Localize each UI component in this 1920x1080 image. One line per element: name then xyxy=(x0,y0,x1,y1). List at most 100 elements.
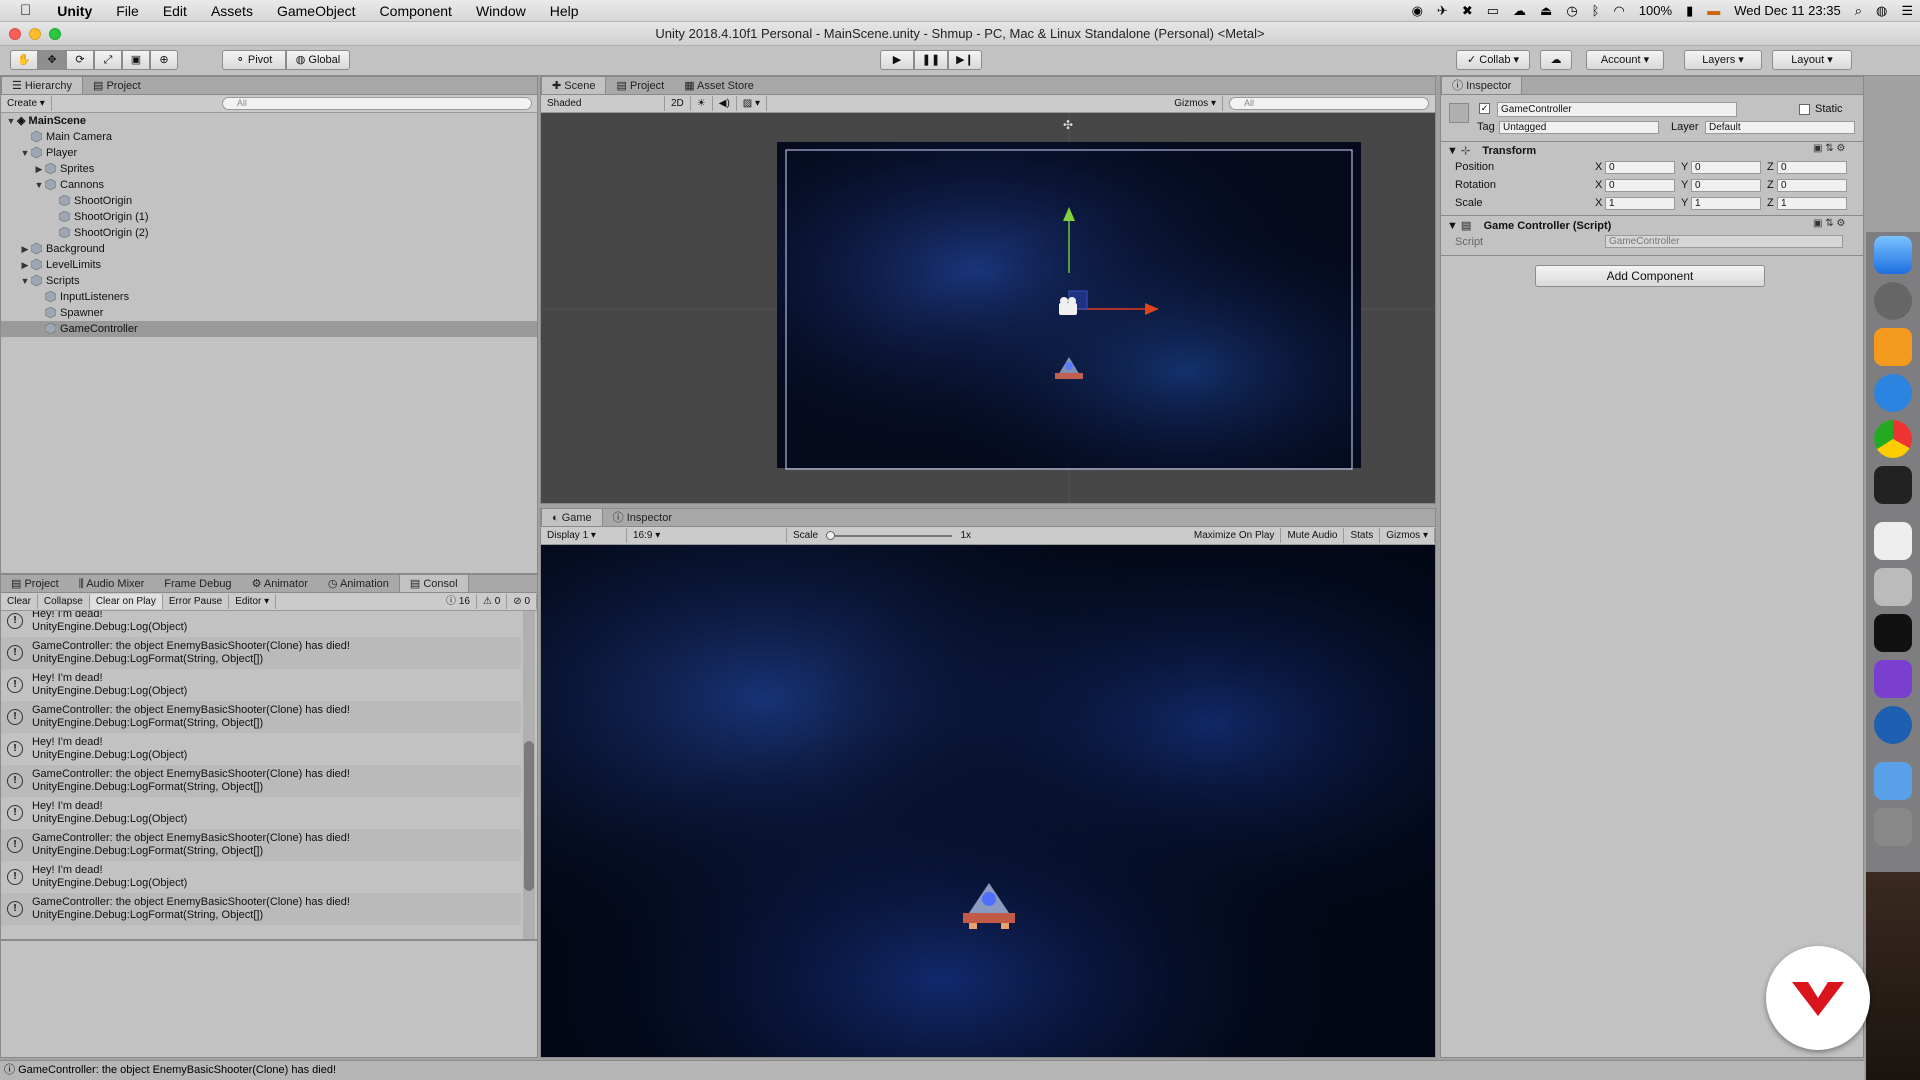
axis-y-label[interactable]: Y xyxy=(1681,179,1688,191)
axis-z-label[interactable]: Z xyxy=(1767,179,1774,191)
tab-hierarchy[interactable]: ☰ Hierarchy xyxy=(1,77,83,94)
script-component-header[interactable]: ▼ ▤ Game Controller (Script) xyxy=(1447,219,1611,232)
scene-gizmos-dropdown[interactable]: Gizmos ▾ xyxy=(1168,96,1223,111)
transform-z-input[interactable]: 1 xyxy=(1777,197,1847,210)
menu-component[interactable]: Component xyxy=(368,0,464,22)
axis-z-label[interactable]: Z xyxy=(1767,161,1774,173)
display-icon[interactable]: ▭ xyxy=(1480,3,1506,19)
scale-tool-icon[interactable]: ⤢ xyxy=(94,50,122,70)
maximize-on-play-toggle[interactable]: Maximize On Play xyxy=(1188,528,1282,543)
create-dropdown[interactable]: Create ▾ xyxy=(1,96,52,111)
close-window-button[interactable] xyxy=(9,28,21,40)
console-log-entry[interactable]: ! Hey! I'm dead! UnityEngine.Debug:Log(Obj… xyxy=(1,669,521,701)
aspect-dropdown[interactable]: 16:9 ▾ xyxy=(627,528,787,543)
menu-assets[interactable]: Assets xyxy=(199,0,265,22)
scene-search-input[interactable]: All xyxy=(1229,97,1429,110)
game-gizmos-dropdown[interactable]: Gizmos ▾ xyxy=(1380,528,1435,543)
folder-icon[interactable] xyxy=(1874,762,1912,800)
menu-file[interactable]: File xyxy=(104,0,151,22)
console-log-entry[interactable]: ! Hey! I'm dead! UnityEngine.Debug:Log(Obj… xyxy=(1,797,521,829)
unity-hub-icon[interactable] xyxy=(1874,466,1912,504)
transform-y-input[interactable]: 0 xyxy=(1691,161,1761,174)
minimize-window-button[interactable] xyxy=(29,28,41,40)
clock-text[interactable]: Wed Dec 11 23:35 xyxy=(1727,3,1847,18)
wifi-icon[interactable]: ◠ xyxy=(1606,3,1631,19)
console-log-entry[interactable]: ! Hey! I'm dead! UnityEngine.Debug:Log(Obj… xyxy=(1,861,521,893)
transform-y-input[interactable]: 0 xyxy=(1691,179,1761,192)
console-clear-button[interactable]: Clear xyxy=(1,594,38,609)
console-detail-divider[interactable] xyxy=(1,939,537,941)
tab-project[interactable]: ▤ Project xyxy=(83,77,151,94)
battery-icon[interactable]: ▮ xyxy=(1679,3,1700,19)
tab-asset-store[interactable]: ▦ Asset Store xyxy=(674,77,764,94)
axis-x-label[interactable]: X xyxy=(1595,197,1602,209)
apple-icon[interactable]:  xyxy=(0,0,45,22)
expand-arrow-icon[interactable]: ▶ xyxy=(19,241,31,257)
audio-icon[interactable]: ◀) xyxy=(713,96,737,111)
2d-toggle[interactable]: 2D xyxy=(665,96,691,111)
layers-dropdown[interactable]: Layers ▾ xyxy=(1684,50,1762,70)
airplay-icon[interactable]: ⏏ xyxy=(1533,3,1559,19)
scene-root-row[interactable]: ▼ ◈ MainScene xyxy=(1,113,537,129)
menu-gameobject[interactable]: GameObject xyxy=(265,0,368,22)
console-collapse-button[interactable]: Collapse xyxy=(38,594,90,609)
console-log-entry[interactable]: ! GameController: the object EnemyBasicSh… xyxy=(1,637,521,669)
hierarchy-item[interactable]: ▼ Scripts xyxy=(1,273,537,289)
hierarchy-item[interactable]: ShootOrigin (1) xyxy=(1,209,537,225)
hierarchy-item[interactable]: ShootOrigin xyxy=(1,193,537,209)
console-error-pause-button[interactable]: Error Pause xyxy=(163,594,230,609)
expand-arrow-icon[interactable]: ▼ xyxy=(33,177,45,193)
global-toggle[interactable]: ◍ Global xyxy=(286,50,350,70)
scale-slider[interactable]: Scale 1x xyxy=(787,528,977,543)
transform-header[interactable]: ▼ ⊹ Transform xyxy=(1447,144,1536,157)
move-tool-icon[interactable]: ✥ xyxy=(38,50,66,70)
transform-z-input[interactable]: 0 xyxy=(1777,179,1847,192)
finder-icon[interactable] xyxy=(1874,236,1912,274)
siri-icon[interactable]: ◍ xyxy=(1869,3,1894,19)
menu-help[interactable]: Help xyxy=(538,0,591,22)
lighting-icon[interactable]: ☀ xyxy=(691,96,713,111)
axis-y-label[interactable]: Y xyxy=(1681,197,1688,209)
tag-dropdown[interactable]: Untagged xyxy=(1499,121,1659,134)
console-log-entry[interactable]: ! GameController: the object EnemyBasicSh… xyxy=(1,765,521,797)
mute-audio-toggle[interactable]: Mute Audio xyxy=(1281,528,1345,543)
axis-x-label[interactable]: X xyxy=(1595,161,1602,173)
flag-icon[interactable]: ▬ xyxy=(1700,3,1727,18)
transform-x-input[interactable]: 1 xyxy=(1605,197,1675,210)
axis-z-label[interactable]: Z xyxy=(1767,197,1774,209)
pause-button[interactable]: ❚❚ xyxy=(914,50,948,70)
tab-audio-mixer[interactable]: ⫼ Audio Mixer xyxy=(69,575,155,592)
rotate-tool-icon[interactable]: ⟳ xyxy=(66,50,94,70)
console-clear-on-play-button[interactable]: Clear on Play xyxy=(89,594,163,609)
expand-arrow-icon[interactable]: ▼ xyxy=(19,145,31,161)
status-bar[interactable]: ⓘ GameController: the object EnemyBasicS… xyxy=(0,1060,1864,1080)
expand-arrow-icon[interactable]: ▼ xyxy=(5,113,17,129)
account-dropdown[interactable]: Account ▾ xyxy=(1586,50,1664,70)
menu-window[interactable]: Window xyxy=(464,0,538,22)
send-icon[interactable]: ✈ xyxy=(1430,3,1455,19)
tab-console[interactable]: ▤ Consol xyxy=(398,575,469,592)
step-button[interactable]: ▶❙ xyxy=(948,50,982,70)
transform-x-input[interactable]: 0 xyxy=(1605,161,1675,174)
hierarchy-item[interactable]: ▼ Cannons xyxy=(1,177,537,193)
launchpad-icon[interactable] xyxy=(1874,282,1912,320)
console-warning-toggle[interactable]: ⚠ 0 xyxy=(477,594,508,609)
tab-project-scene[interactable]: ▤ Project xyxy=(606,77,674,94)
hierarchy-item[interactable]: InputListeners xyxy=(1,289,537,305)
console-info-toggle[interactable]: ⓘ 16 xyxy=(440,594,477,609)
play-button[interactable]: ▶ xyxy=(880,50,914,70)
hierarchy-item[interactable]: ▶ Sprites xyxy=(1,161,537,177)
zoom-window-button[interactable] xyxy=(49,28,61,40)
bluetooth-icon[interactable]: ᛒ xyxy=(1585,3,1607,18)
tab-project-bottom[interactable]: ▤ Project xyxy=(1,575,69,592)
tab-scene[interactable]: ✚ Scene xyxy=(541,77,607,94)
console-log-entry[interactable]: ! Hey! I'm dead! UnityEngine.Debug:Log(Obj… xyxy=(1,733,521,765)
console-log-entry[interactable]: ! GameController: the object EnemyBasicSh… xyxy=(1,829,521,861)
hierarchy-item[interactable]: Spawner xyxy=(1,305,537,321)
console-log-entry[interactable]: ! Hey! I'm dead! UnityEngine.Debug:Log(Obj… xyxy=(1,611,521,637)
hand-tool-icon[interactable]: ✋ xyxy=(10,50,38,70)
tab-animator[interactable]: ⚙ Animator xyxy=(242,575,318,592)
layout-dropdown[interactable]: Layout ▾ xyxy=(1772,50,1852,70)
menu-edit[interactable]: Edit xyxy=(151,0,199,22)
tab-inspector[interactable]: ⓘ Inspector xyxy=(1441,77,1523,94)
